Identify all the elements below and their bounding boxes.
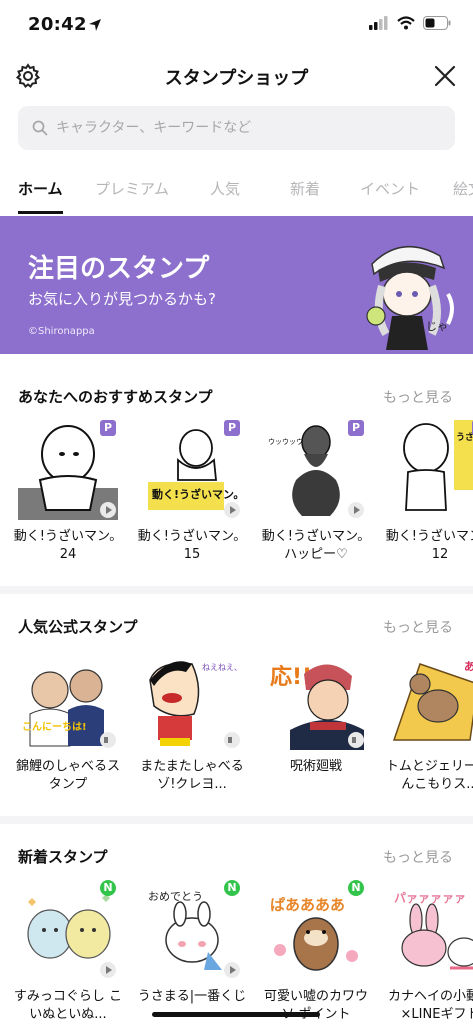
sticker-thumbnail: パァァァァァ xyxy=(390,880,473,980)
play-icon[interactable] xyxy=(224,502,240,518)
premium-badge: P xyxy=(224,420,240,436)
section-divider xyxy=(0,586,473,594)
sticker-name: またまたしゃべるゾ!クレヨ... xyxy=(140,759,244,792)
tab-new[interactable]: 新着 xyxy=(290,178,320,199)
list-item[interactable]: ぱああああ N 可愛い嘘のカワウソ ポイント xyxy=(260,880,372,1024)
more-link-new[interactable]: もっと見る xyxy=(383,847,453,867)
list-item[interactable]: ありがと トムとジェリー てんこもりス... xyxy=(384,650,473,794)
section-divider xyxy=(0,816,473,824)
svg-text:ぱああああ: ぱああああ xyxy=(270,896,345,914)
status-bar: 20:42 xyxy=(0,0,473,50)
sticker-thumbnail: ねえねえ、そこのおねいさん xyxy=(142,650,306,750)
sticker-name: カナヘイの小動物×LINEギフト xyxy=(387,989,473,1022)
list-item[interactable]: P 動く!うざいマン。24 xyxy=(12,420,124,564)
section-title-new: 新着スタンプ xyxy=(18,848,108,866)
battery-icon xyxy=(423,16,451,30)
search-icon xyxy=(32,120,48,136)
play-icon[interactable] xyxy=(100,962,116,978)
sticker-thumbnail: 応!! xyxy=(266,650,366,750)
sticker-thumbnail: P xyxy=(18,420,118,520)
new-badge: N xyxy=(224,880,240,896)
sticker-name: うさまる|一番くじ xyxy=(137,989,247,1004)
play-icon[interactable] xyxy=(100,502,116,518)
sticker-thumbnail: ぱああああ N xyxy=(266,880,366,980)
sound-icon[interactable] xyxy=(224,732,240,748)
play-icon[interactable] xyxy=(224,962,240,978)
list-item[interactable]: こんにーちは! 錦鯉のしゃべるスタンプ xyxy=(12,650,124,794)
sound-icon[interactable] xyxy=(100,732,116,748)
new-badge: N xyxy=(348,880,364,896)
sticker-thumbnail: うざいマンだ P xyxy=(390,420,473,520)
list-item[interactable]: ウッウッウッウ P 動く!うざいマン。ハッピー♡ xyxy=(260,420,372,564)
sticker-name: 動く!うざいマン。15 xyxy=(137,529,247,562)
list-item[interactable]: おめでとう N うさまる|一番くじ xyxy=(136,880,248,1006)
banner-character-image: じゃ xyxy=(366,245,454,350)
list-item[interactable]: N すみっコぐらし こいぬといぬ... xyxy=(12,880,124,1024)
wifi-icon xyxy=(397,16,415,30)
svg-text:じゃ: じゃ xyxy=(426,320,448,333)
sticker-thumbnail: ありがと xyxy=(390,650,473,750)
section-title-recommended: あなたへのおすすめスタンプ xyxy=(18,388,213,406)
search-input[interactable] xyxy=(56,120,436,136)
popular-row: こんにーちは! 錦鯉のしゃべるスタンプ ねえねえ、そこのおねいさん またまたしゃ… xyxy=(0,650,473,810)
location-arrow-icon xyxy=(89,19,101,31)
svg-text:動く!うざいマン。: 動く!うざいマン。 xyxy=(152,487,242,501)
sound-icon[interactable] xyxy=(348,732,364,748)
svg-text:うざいマンだ: うざいマンだ xyxy=(456,431,473,443)
sticker-thumbnail: N xyxy=(18,880,118,980)
tab-premium[interactable]: プレミアム xyxy=(95,178,169,199)
list-item[interactable]: ねえねえ、そこのおねいさん またまたしゃべるゾ!クレヨ... xyxy=(136,650,306,794)
svg-text:ありがと: ありがと xyxy=(464,659,473,673)
sticker-name: 錦鯉のしゃべるスタンプ xyxy=(15,759,120,792)
banner-credit: ©Shironappa xyxy=(28,326,95,337)
premium-badge: P xyxy=(348,420,364,436)
search-bar[interactable] xyxy=(18,106,455,150)
banner-subtitle: お気に入りが見つかるかも? xyxy=(28,290,216,308)
tab-event[interactable]: イベント xyxy=(360,178,420,199)
active-tab-indicator xyxy=(18,211,63,214)
signal-icon xyxy=(369,16,388,30)
svg-text:パァァァァァ: パァァァァァ xyxy=(394,891,466,905)
sticker-name: 動く!うざいマン。24 xyxy=(13,529,123,562)
svg-text:おめでとう: おめでとう xyxy=(148,890,203,903)
page-title: スタンプショップ xyxy=(164,68,309,89)
list-item[interactable]: パァァァァァ カナヘイの小動物×LINEギフト xyxy=(384,880,473,1024)
tab-home[interactable]: ホーム xyxy=(18,178,63,199)
svg-text:こんにーちは!: こんにーちは! xyxy=(22,721,87,733)
banner-title: 注目のスタンプ xyxy=(28,254,210,284)
status-time: 20:42 xyxy=(28,14,87,35)
sticker-thumbnail: こんにーちは! xyxy=(18,650,118,750)
home-indicator[interactable] xyxy=(152,1012,320,1017)
sticker-name: 動く!うざいマン。ハッピー♡ xyxy=(261,529,371,562)
status-icons xyxy=(369,16,451,30)
sticker-name: 可愛い嘘のカワウソ ポイント xyxy=(263,989,368,1022)
list-item[interactable]: うざいマンだ P 動く!うざいマン。12 xyxy=(384,420,473,564)
category-tabs: ホーム プレミアム 人気 新着 イベント 絵文 xyxy=(0,168,473,216)
section-title-popular: 人気公式スタンプ xyxy=(18,618,138,636)
sticker-name: 動く!うざいマン。12 xyxy=(385,529,473,562)
header: スタンプショップ xyxy=(0,50,473,102)
sticker-name: トムとジェリー てんこもりス... xyxy=(385,759,473,792)
sticker-thumbnail: 動く!うざいマン。 P xyxy=(142,420,244,520)
list-item[interactable]: 動く!うざいマン。 P 動く!うざいマン。15 xyxy=(136,420,248,564)
new-badge: N xyxy=(100,880,116,896)
sticker-name: すみっコぐらし こいぬといぬ... xyxy=(13,989,123,1022)
tab-popular[interactable]: 人気 xyxy=(210,178,240,199)
svg-text:ねえねえ、そこのおねいさん: ねえねえ、そこのおねいさん xyxy=(202,663,242,672)
sticker-thumbnail: ウッウッウッウ P xyxy=(266,420,366,520)
premium-badge: P xyxy=(100,420,116,436)
recommended-row: P 動く!うざいマン。24 動く!うざいマン。 P 動く!うざいマン。15 ウッ… xyxy=(0,420,473,580)
sticker-name: 呪術廻戦 xyxy=(289,759,342,774)
play-icon[interactable] xyxy=(348,502,364,518)
tab-emoji[interactable]: 絵文 xyxy=(453,178,473,199)
sticker-thumbnail: おめでとう N xyxy=(142,880,242,980)
more-link-recommended[interactable]: もっと見る xyxy=(383,387,453,407)
featured-banner[interactable]: 注目のスタンプ お気に入りが見つかるかも? ©Shironappa じゃ xyxy=(0,216,473,354)
list-item[interactable]: 応!! 呪術廻戦 xyxy=(260,650,372,776)
more-link-popular[interactable]: もっと見る xyxy=(383,617,453,637)
close-icon[interactable] xyxy=(431,62,459,90)
new-row: N すみっコぐらし こいぬといぬ... おめでとう N うさまる|一番くじ ぱあ… xyxy=(0,880,473,1024)
